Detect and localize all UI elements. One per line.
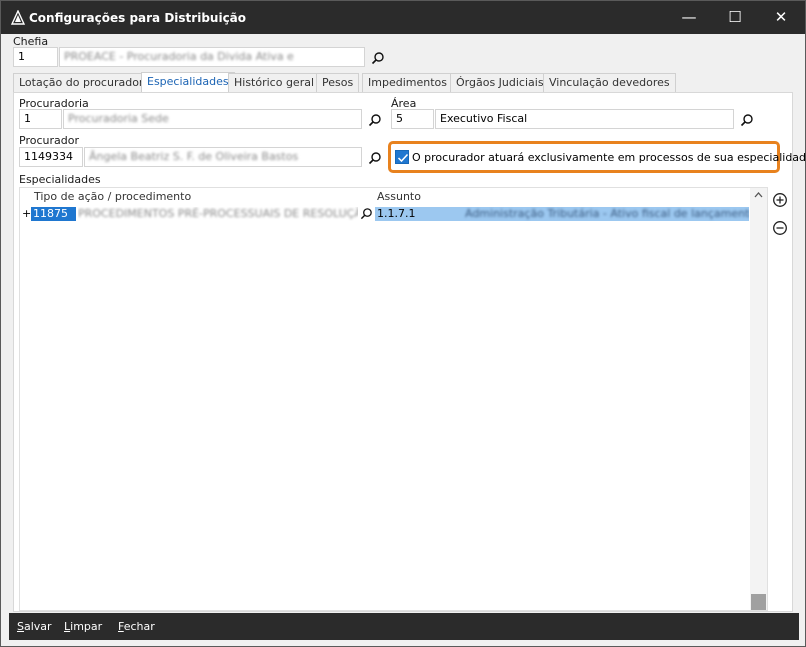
tipo-acao-search-icon[interactable] bbox=[360, 207, 373, 220]
tab-especialidades[interactable]: Especialidades bbox=[141, 72, 235, 92]
tab-impedimentos[interactable]: Impedimentos bbox=[362, 73, 453, 92]
footer-toolbar: Salvar Limpar Fechar bbox=[9, 613, 799, 640]
add-specialty-icon[interactable] bbox=[772, 192, 788, 208]
especialidades-label: Especialidades bbox=[19, 173, 101, 186]
chefia-name-input[interactable]: PROEACE - Procuradoria da Divida Ativa e bbox=[59, 47, 365, 67]
title-bar: Configurações para Distribuição — ☐ ✕ bbox=[1, 1, 805, 34]
save-mnemonic: S bbox=[17, 620, 24, 633]
tab-vinculacao-devedores[interactable]: Vinculação devedores bbox=[543, 73, 676, 92]
checkmark-icon bbox=[397, 153, 409, 163]
area-name-input[interactable]: Executivo Fiscal bbox=[435, 109, 734, 129]
save-label: alvar bbox=[23, 620, 52, 633]
scroll-up-icon[interactable] bbox=[750, 188, 767, 202]
procurador-search-icon[interactable] bbox=[368, 151, 382, 165]
maximize-icon: ☐ bbox=[728, 8, 742, 26]
assunto-code-text: 1.1.7.1 bbox=[377, 207, 416, 220]
minimize-icon: — bbox=[681, 8, 697, 26]
tipo-acao-code-cell[interactable]: 11875 bbox=[31, 207, 76, 221]
column-header-tipo-acao[interactable]: Tipo de ação / procedimento bbox=[34, 190, 191, 203]
procurador-label: Procurador bbox=[19, 134, 79, 147]
close-label: echar bbox=[123, 620, 155, 633]
exclusive-specialty-highlight: O procurador atuará exclusivamente em pr… bbox=[388, 141, 806, 173]
assunto-description-text: Administração Tributária - Ativo fiscal … bbox=[464, 207, 749, 220]
procurador-name-input[interactable]: Ângela Beatriz S. F. de Oliveira Bastos bbox=[84, 147, 362, 167]
tab-pesos[interactable]: Pesos bbox=[316, 73, 360, 92]
column-header-assunto[interactable]: Assunto bbox=[377, 190, 421, 203]
close-button[interactable]: ✕ bbox=[758, 1, 804, 34]
app-logo-icon bbox=[10, 10, 26, 25]
procuradoria-name-text: Procuradoria Sede bbox=[68, 112, 169, 125]
procurador-name-text: Ângela Beatriz S. F. de Oliveira Bastos bbox=[89, 150, 299, 163]
close-form-button[interactable]: Fechar bbox=[118, 620, 155, 633]
chefia-search-icon[interactable] bbox=[371, 51, 385, 65]
window-title: Configurações para Distribuição bbox=[29, 11, 247, 25]
tab-orgaos-judiciais[interactable]: Órgãos Judiciais bbox=[450, 73, 550, 92]
maximize-button[interactable]: ☐ bbox=[712, 1, 758, 34]
procuradoria-name-input[interactable]: Procuradoria Sede bbox=[63, 109, 362, 129]
area-search-icon[interactable] bbox=[740, 113, 754, 127]
area-code-input[interactable]: 5 bbox=[391, 109, 434, 129]
minimize-button[interactable]: — bbox=[666, 1, 712, 34]
exclusive-specialty-label: O procurador atuará exclusivamente em pr… bbox=[412, 151, 806, 164]
close-icon: ✕ bbox=[774, 8, 788, 26]
vertical-scrollbar[interactable] bbox=[750, 188, 767, 610]
window: Configurações para Distribuição — ☐ ✕ Ch… bbox=[0, 0, 806, 647]
chefia-code-input[interactable]: 1 bbox=[13, 47, 58, 67]
scrollbar-thumb[interactable] bbox=[751, 594, 766, 610]
tab-historico[interactable]: Histórico geral bbox=[228, 73, 321, 92]
assunto-cell[interactable]: 1.1.7.1 Administração Tributária - Ativo… bbox=[375, 207, 749, 221]
save-button[interactable]: Salvar bbox=[17, 620, 52, 633]
tipo-acao-description-text: PROCEDIMENTOS PRÉ-PROCESSUAIS DE RESOLUÇ… bbox=[78, 207, 358, 220]
tab-lotacao[interactable]: Lotação do procurador bbox=[13, 73, 150, 92]
exclusive-specialty-checkbox[interactable] bbox=[395, 150, 409, 164]
clear-button[interactable]: Limpar bbox=[64, 620, 102, 633]
procuradoria-search-icon[interactable] bbox=[368, 113, 382, 127]
clear-label: impar bbox=[70, 620, 103, 633]
remove-specialty-icon[interactable] bbox=[772, 220, 788, 236]
especialidades-grid: Tipo de ação / procedimento Assunto + 11… bbox=[19, 187, 768, 611]
procurador-code-input[interactable]: 1149334 bbox=[19, 147, 83, 167]
tipo-acao-description-cell[interactable]: PROCEDIMENTOS PRÉ-PROCESSUAIS DE RESOLUÇ… bbox=[78, 207, 358, 221]
chefia-name-text: PROEACE - Procuradoria da Divida Ativa e bbox=[64, 50, 294, 63]
procuradoria-code-input[interactable]: 1 bbox=[19, 109, 62, 129]
